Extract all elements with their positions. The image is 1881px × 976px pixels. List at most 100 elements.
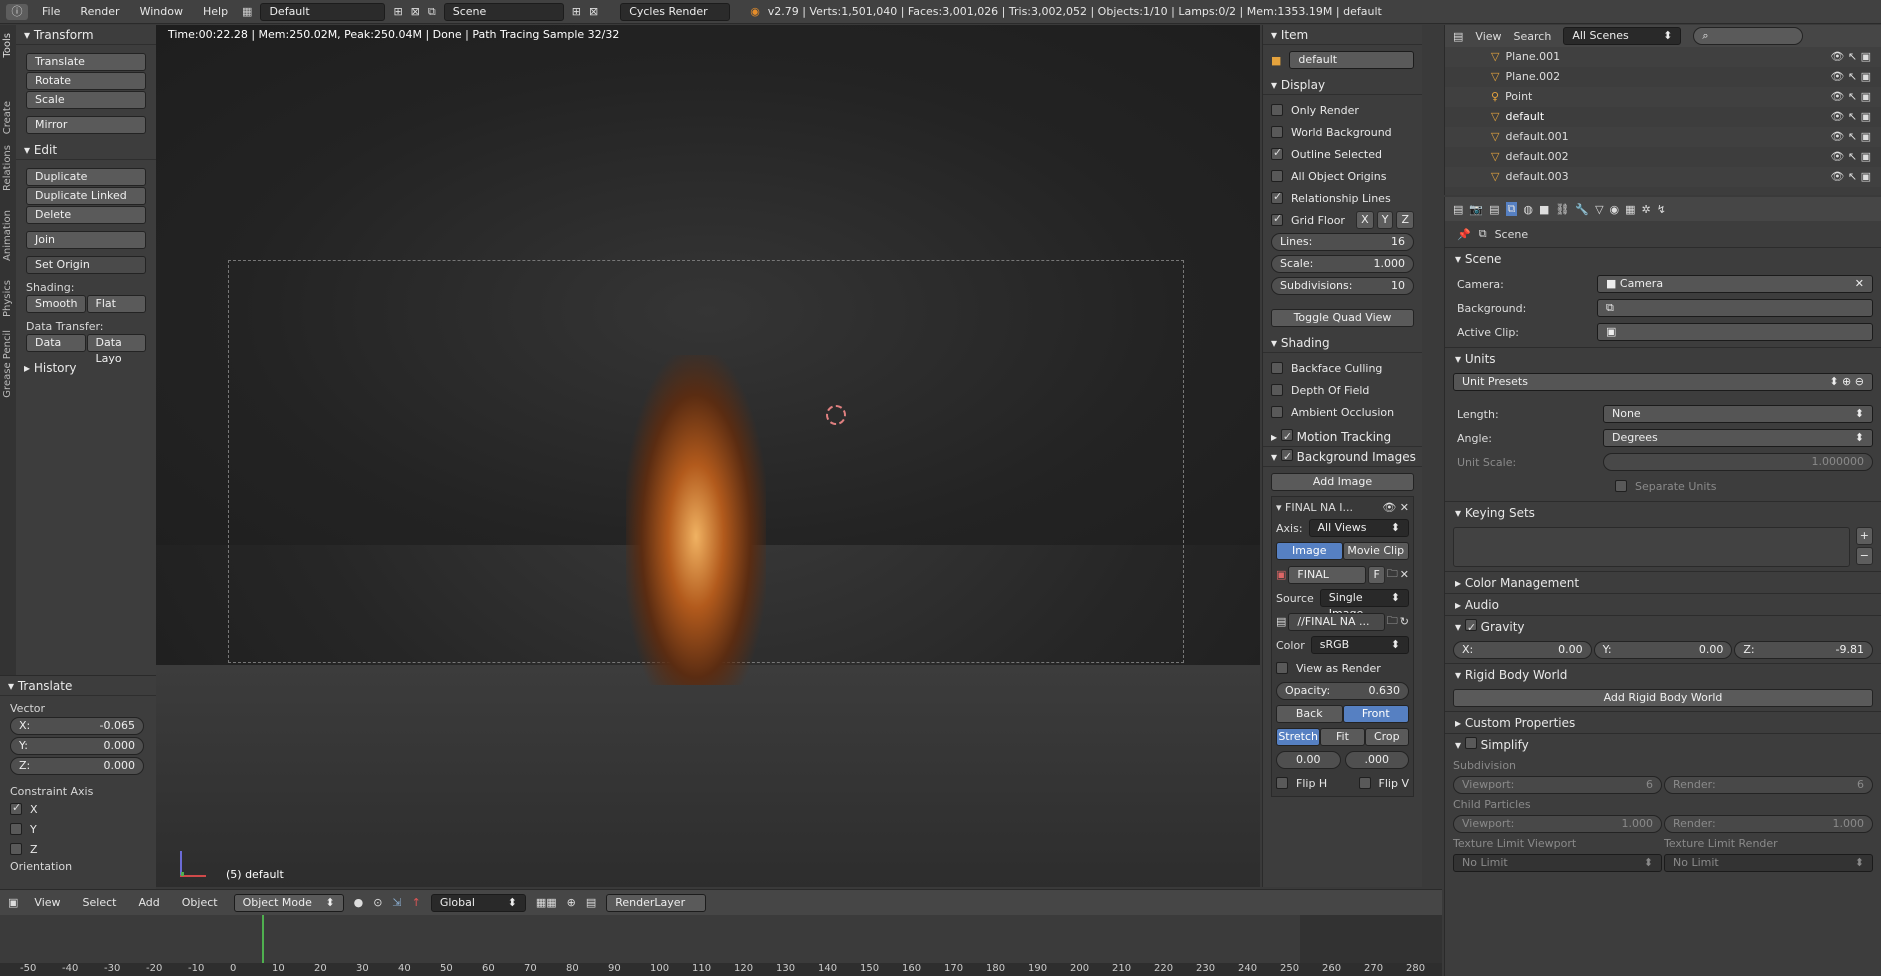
- layout-grid-icon[interactable]: ▦: [242, 5, 252, 18]
- image-path-field[interactable]: //FINAL NA ...: [1288, 612, 1385, 631]
- visibility-eye-icon[interactable]: 👁 ↖ ▣: [1830, 147, 1871, 167]
- menu-render[interactable]: Render: [74, 5, 125, 18]
- vector-y-field[interactable]: Y: 0.000: [10, 737, 144, 755]
- statue[interactable]: [626, 355, 766, 685]
- keying-sets-header[interactable]: ▾ Keying Sets: [1445, 501, 1881, 523]
- flip-h-checkbox[interactable]: Flip H: [1276, 774, 1327, 792]
- texture-limit-render-select[interactable]: No Limit ⬍: [1664, 854, 1873, 872]
- data-tab-icon[interactable]: ▽: [1595, 203, 1603, 216]
- add-image-button[interactable]: Add Image: [1271, 473, 1414, 491]
- physics-tab-icon[interactable]: ↯: [1657, 203, 1666, 216]
- scale-button[interactable]: Scale: [26, 91, 146, 109]
- grid-scale-field[interactable]: Scale: 1.000: [1271, 255, 1414, 273]
- add-layout-icon[interactable]: ⊞: [393, 5, 402, 18]
- remove-scene-icon[interactable]: ⊠: [589, 5, 598, 18]
- duplicate-button[interactable]: Duplicate: [26, 168, 146, 186]
- grid-subdivisions-field[interactable]: Subdivisions: 10: [1271, 277, 1414, 295]
- source-select[interactable]: Single Image⬍: [1319, 589, 1409, 620]
- outliner-item-label[interactable]: Plane.001: [1505, 47, 1560, 67]
- outliner-row[interactable]: ▽ default 👁 ↖ ▣: [1445, 107, 1881, 127]
- angle-select[interactable]: Degrees ⬍: [1603, 429, 1873, 447]
- gravity-z-field[interactable]: Z: -9.81: [1734, 641, 1874, 659]
- only-render-checkbox[interactable]: Only Render: [1271, 101, 1414, 119]
- constraint-z-checkbox[interactable]: Z: [10, 840, 144, 858]
- viewport-shading-icon[interactable]: ●: [354, 896, 364, 909]
- edit-panel-header[interactable]: ▾ Edit: [16, 140, 156, 160]
- grid-floor-checkbox[interactable]: Grid Floor: [1271, 211, 1353, 229]
- translate-button[interactable]: Translate: [26, 53, 146, 71]
- timeline[interactable]: -50 -40 -30 -20 -10 0 10 20 30 40 50 60 70 80 90 100 110…: [0, 915, 1442, 976]
- visibility-eye-icon[interactable]: 👁 ↖ ▣: [1830, 107, 1871, 127]
- history-panel-header[interactable]: ▸ History: [16, 358, 156, 378]
- outliner-row[interactable]: ▽ Plane.001 👁 ↖ ▣: [1445, 47, 1881, 67]
- visibility-eye-icon[interactable]: 👁 ↖ ▣: [1830, 87, 1871, 107]
- toggle-quad-view-button[interactable]: Toggle Quad View: [1271, 309, 1414, 327]
- join-button[interactable]: Join: [26, 231, 146, 249]
- snap-icon[interactable]: ⊕: [567, 896, 576, 909]
- gravity-x-field[interactable]: X: 0.00: [1453, 641, 1592, 659]
- all-object-origins-checkbox[interactable]: All Object Origins: [1271, 167, 1414, 185]
- browse-file-icon[interactable]: 🗀: [1387, 612, 1398, 631]
- tab-tools[interactable]: Tools: [2, 33, 13, 58]
- constraints-tab-icon[interactable]: ⛓: [1555, 203, 1569, 216]
- add-scene-icon[interactable]: ⊞: [572, 5, 581, 18]
- tab-grease-pencil[interactable]: Grease Pencil: [2, 330, 13, 398]
- outliner-item-label[interactable]: default.003: [1505, 167, 1568, 187]
- keying-sets-list[interactable]: [1453, 527, 1850, 567]
- back-button[interactable]: Back: [1276, 705, 1343, 723]
- child-particles-viewport-field[interactable]: Viewport: 1.000: [1453, 815, 1662, 833]
- crop-button[interactable]: Crop: [1364, 728, 1409, 746]
- screen-layout-field[interactable]: Default: [260, 2, 386, 21]
- grid-y-toggle[interactable]: Y: [1376, 211, 1394, 229]
- simplify-render-field[interactable]: Render: 6: [1664, 776, 1873, 794]
- set-origin-select[interactable]: Set Origin: [26, 256, 146, 274]
- outliner-item-label[interactable]: Point: [1505, 87, 1532, 107]
- transform-orientation-select[interactable]: Global ⬍: [430, 893, 526, 912]
- particles-tab-icon[interactable]: ✲: [1642, 203, 1651, 216]
- visibility-eye-icon[interactable]: 👁: [1382, 501, 1396, 514]
- material-tab-icon[interactable]: ◉: [1610, 203, 1620, 216]
- properties-editor-icon[interactable]: ▤: [1453, 203, 1463, 216]
- menu-view[interactable]: View: [28, 896, 66, 909]
- pivot-icon[interactable]: ⊙: [373, 896, 382, 909]
- visibility-eye-icon[interactable]: 👁 ↖ ▣: [1830, 67, 1871, 87]
- 3d-viewport[interactable]: Time:00:22.28 | Mem:250.02M, Peak:250.04…: [156, 25, 1260, 887]
- add-rigid-body-world-button[interactable]: Add Rigid Body World: [1453, 689, 1873, 707]
- outliner-search-input[interactable]: ⌕: [1693, 27, 1804, 45]
- outliner-item-label[interactable]: default: [1505, 107, 1544, 127]
- image-name-field[interactable]: FINAL: [1288, 565, 1367, 584]
- background-scene-field[interactable]: ⧉: [1597, 299, 1873, 317]
- rigid-body-world-header[interactable]: ▾ Rigid Body World: [1445, 663, 1881, 685]
- gravity-header[interactable]: ▾ Gravity: [1445, 615, 1881, 639]
- smooth-button[interactable]: Smooth: [26, 295, 86, 313]
- outliner-row[interactable]: ▽ default.003 👁 ↖ ▣: [1445, 167, 1881, 187]
- data-layout-button[interactable]: Data Layo: [86, 334, 146, 365]
- outliner-row[interactable]: ▽ default.001 👁 ↖ ▣: [1445, 127, 1881, 147]
- color-management-header[interactable]: ▸ Color Management: [1445, 571, 1881, 593]
- outliner-editor-icon[interactable]: ▤: [1453, 30, 1463, 43]
- units-panel-header[interactable]: ▾ Units: [1445, 347, 1881, 369]
- world-background-checkbox[interactable]: World Background: [1271, 123, 1414, 141]
- tab-relations[interactable]: Relations: [2, 145, 13, 191]
- color-space-select[interactable]: sRGB ⬍: [1310, 636, 1409, 654]
- offset-y-field[interactable]: .000: [1344, 751, 1409, 769]
- offset-x-field[interactable]: 0.00: [1276, 751, 1341, 769]
- active-clip-field[interactable]: ▣: [1597, 323, 1873, 341]
- view-as-render-checkbox[interactable]: View as Render: [1276, 659, 1409, 677]
- grid-x-toggle[interactable]: X: [1356, 211, 1374, 229]
- open-folder-icon[interactable]: 🗀: [1387, 565, 1398, 584]
- scene-field[interactable]: Scene: [443, 2, 564, 21]
- object-name-field[interactable]: default: [1289, 51, 1414, 69]
- object-tab-icon[interactable]: ■: [1539, 203, 1549, 216]
- separate-units-checkbox[interactable]: Separate Units: [1453, 477, 1873, 495]
- shading-panel-header[interactable]: ▾ Shading: [1263, 333, 1422, 353]
- remove-layout-icon[interactable]: ⊠: [411, 5, 420, 18]
- outliner-item-label[interactable]: default.002: [1505, 147, 1568, 167]
- image-source-tab[interactable]: Image: [1276, 542, 1343, 560]
- audio-header[interactable]: ▸ Audio: [1445, 593, 1881, 615]
- outline-selected-checkbox[interactable]: Outline Selected: [1271, 145, 1414, 163]
- manipulator-icon[interactable]: ⇲: [392, 896, 401, 909]
- flip-v-checkbox[interactable]: Flip V: [1358, 774, 1409, 792]
- menu-select[interactable]: Select: [77, 896, 123, 909]
- texture-limit-viewport-select[interactable]: No Limit ⬍: [1453, 854, 1662, 872]
